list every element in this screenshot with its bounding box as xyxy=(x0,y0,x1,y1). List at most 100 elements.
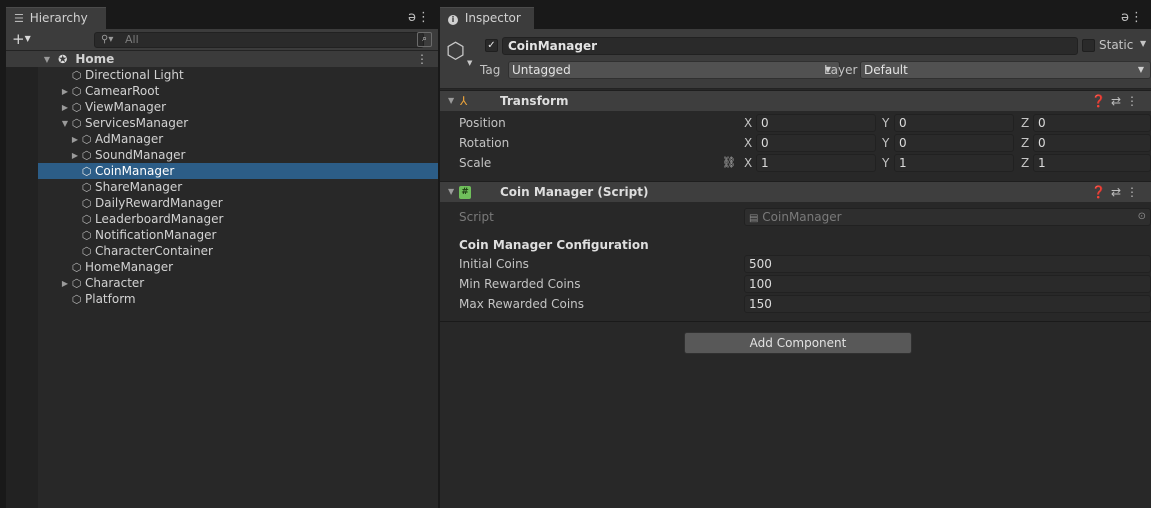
rotation-y-field[interactable]: 0 xyxy=(894,134,1014,152)
add-component-button[interactable]: Add Component xyxy=(684,332,912,354)
expand-arrow-icon[interactable]: ▶ xyxy=(70,148,80,164)
layer-dropdown[interactable]: Default ▼ xyxy=(860,61,1151,79)
script-component-header[interactable]: ▼ # Coin Manager (Script) ❓⇄⋮ xyxy=(440,181,1151,202)
cube-icon: ⬡ xyxy=(81,149,92,162)
transform-header[interactable]: ▼ ⅄ Transform ❓⇄⋮ xyxy=(440,90,1151,111)
min-rewarded-coins-label: Min Rewarded Coins xyxy=(459,277,581,291)
expand-arrow-icon[interactable]: ▶ xyxy=(70,132,80,148)
expand-arrow-icon[interactable]: ▶ xyxy=(60,84,70,100)
fold-arrow-icon[interactable]: ▼ xyxy=(448,182,454,202)
kebab-menu-icon[interactable]: ⋮ xyxy=(417,10,430,25)
axis-z-label[interactable]: Z xyxy=(1021,154,1029,172)
lock-icon[interactable]: ə xyxy=(408,10,416,25)
position-z-field[interactable]: 0 xyxy=(1033,114,1151,132)
hierarchy-item[interactable]: ⬡ HomeManager xyxy=(38,259,438,275)
preset-icon[interactable]: ⇄ xyxy=(1111,94,1126,108)
hierarchy-tab-label: Hierarchy xyxy=(29,11,88,25)
kebab-menu-icon[interactable]: ⋮ xyxy=(1130,10,1143,25)
cube-icon: ⬡ xyxy=(81,181,92,194)
lock-icon[interactable]: ə xyxy=(1121,10,1129,25)
kebab-menu-icon[interactable]: ⋮ xyxy=(1126,185,1143,199)
hierarchy-item[interactable]: ⬡ Platform xyxy=(38,291,438,307)
axis-x-label[interactable]: X xyxy=(744,154,752,172)
help-icon[interactable]: ❓ xyxy=(1091,185,1111,199)
axis-x-label[interactable]: X xyxy=(744,134,752,152)
hierarchy-item[interactable]: ▼ ⬡ ServicesManager xyxy=(38,115,438,131)
axis-x-label[interactable]: X xyxy=(744,114,752,132)
axis-y-label[interactable]: Y xyxy=(882,154,889,172)
hierarchy-item[interactable]: ▶ ⬡ Character xyxy=(38,275,438,291)
info-icon: i xyxy=(448,15,458,25)
tab-hierarchy[interactable]: ☰ Hierarchy xyxy=(6,7,106,29)
collapse-arrow-icon[interactable]: ▼ xyxy=(60,116,70,132)
axis-z-label[interactable]: Z xyxy=(1021,114,1029,132)
axis-y-label[interactable]: Y xyxy=(882,134,889,152)
scene-row[interactable]: ▼ ✪ Home ⋮ xyxy=(6,51,438,67)
hierarchy-item[interactable]: ⬡ CoinManager xyxy=(38,163,438,179)
component-header-icons[interactable]: ❓⇄⋮ xyxy=(1091,182,1143,202)
cube-icon: ⬡ xyxy=(71,85,82,98)
rotation-x-field[interactable]: 0 xyxy=(756,134,876,152)
scale-y-field[interactable]: 1 xyxy=(894,154,1014,172)
hierarchy-item[interactable]: ⬡ Directional Light xyxy=(38,67,438,83)
scale-z-field[interactable]: 1 xyxy=(1033,154,1151,172)
chevron-down-icon: ▼ xyxy=(1137,65,1144,74)
component-header-icons[interactable]: ❓⇄⋮ xyxy=(1091,91,1143,111)
hierarchy-item[interactable]: ⬡ DailyRewardManager xyxy=(38,195,438,211)
expand-arrow-icon[interactable]: ▼ xyxy=(42,52,52,68)
rotation-label: Rotation xyxy=(459,136,510,150)
hierarchy-item[interactable]: ▶ ⬡ CamearRoot xyxy=(38,83,438,99)
scene-visibility-icon[interactable]: ⌕ xyxy=(417,32,432,47)
hierarchy-item-label: CharacterContainer xyxy=(95,244,213,258)
transform-title: Transform xyxy=(500,94,569,108)
create-button[interactable]: +▼ xyxy=(12,31,36,49)
min-rewarded-coins-field[interactable]: 100 xyxy=(744,275,1151,293)
kebab-menu-icon[interactable]: ⋮ xyxy=(416,51,428,67)
max-rewarded-coins-label: Max Rewarded Coins xyxy=(459,297,585,311)
tab-inspector[interactable]: i Inspector xyxy=(440,7,534,29)
tag-value: Untagged xyxy=(512,63,571,77)
visibility-gutter[interactable] xyxy=(6,51,38,508)
static-checkbox[interactable] xyxy=(1082,39,1095,52)
preset-icon[interactable]: ⇄ xyxy=(1111,185,1126,199)
hierarchy-item[interactable]: ▶ ⬡ ViewManager xyxy=(38,99,438,115)
object-picker-icon[interactable]: ⊙ xyxy=(1138,209,1146,225)
cube-icon[interactable]: ⬡ xyxy=(446,39,465,64)
search-icon: ⚲▾ xyxy=(101,34,114,45)
expand-arrow-icon[interactable]: ▶ xyxy=(60,100,70,116)
inspector-tabbar: i Inspector ə ⋮ xyxy=(440,6,1151,29)
tag-dropdown[interactable]: Untagged ▼ xyxy=(508,61,840,79)
hierarchy-item-label: ViewManager xyxy=(85,100,167,114)
hierarchy-item[interactable]: ⬡ LeaderboardManager xyxy=(38,211,438,227)
position-y-field[interactable]: 0 xyxy=(894,114,1014,132)
max-rewarded-coins-field[interactable]: 150 xyxy=(744,295,1151,313)
cube-icon: ⬡ xyxy=(81,245,92,258)
hierarchy-item-label: CoinManager xyxy=(95,164,175,178)
search-input[interactable]: ⚲▾ All xyxy=(94,32,424,48)
hierarchy-item[interactable]: ⬡ NotificationManager xyxy=(38,227,438,243)
tag-label: Tag xyxy=(480,63,501,77)
constrain-proportions-icon[interactable]: ⛓ xyxy=(722,154,736,172)
kebab-menu-icon[interactable]: ⋮ xyxy=(1126,94,1143,108)
axis-y-label[interactable]: Y xyxy=(882,114,889,132)
chevron-down-icon[interactable]: ▼ xyxy=(467,59,472,67)
object-name-field[interactable]: CoinManager xyxy=(502,37,1078,55)
hierarchy-item[interactable]: ▶ ⬡ SoundManager xyxy=(38,147,438,163)
expand-arrow-icon[interactable]: ▶ xyxy=(60,276,70,292)
hierarchy-item[interactable]: ⬡ CharacterContainer xyxy=(38,243,438,259)
help-icon[interactable]: ❓ xyxy=(1091,94,1111,108)
initial-coins-field[interactable]: 500 xyxy=(744,255,1151,273)
axis-z-label[interactable]: Z xyxy=(1021,134,1029,152)
hierarchy-item[interactable]: ▶ ⬡ AdManager xyxy=(38,131,438,147)
hierarchy-item-label: AdManager xyxy=(95,132,164,146)
hierarchy-item-label: ShareManager xyxy=(95,180,183,194)
hierarchy-item[interactable]: ⬡ ShareManager xyxy=(38,179,438,195)
rotation-z-field[interactable]: 0 xyxy=(1033,134,1151,152)
gameobject-header: ⬡ ▼ ✓ CoinManager Static ▼ Tag Untagged … xyxy=(440,29,1151,89)
chevron-down-icon[interactable]: ▼ xyxy=(1140,39,1146,48)
position-x-field[interactable]: 0 xyxy=(756,114,876,132)
cs-script-icon: ▤ xyxy=(749,213,759,224)
active-checkbox[interactable]: ✓ xyxy=(485,39,498,52)
fold-arrow-icon[interactable]: ▼ xyxy=(448,91,454,111)
scale-x-field[interactable]: 1 xyxy=(756,154,876,172)
